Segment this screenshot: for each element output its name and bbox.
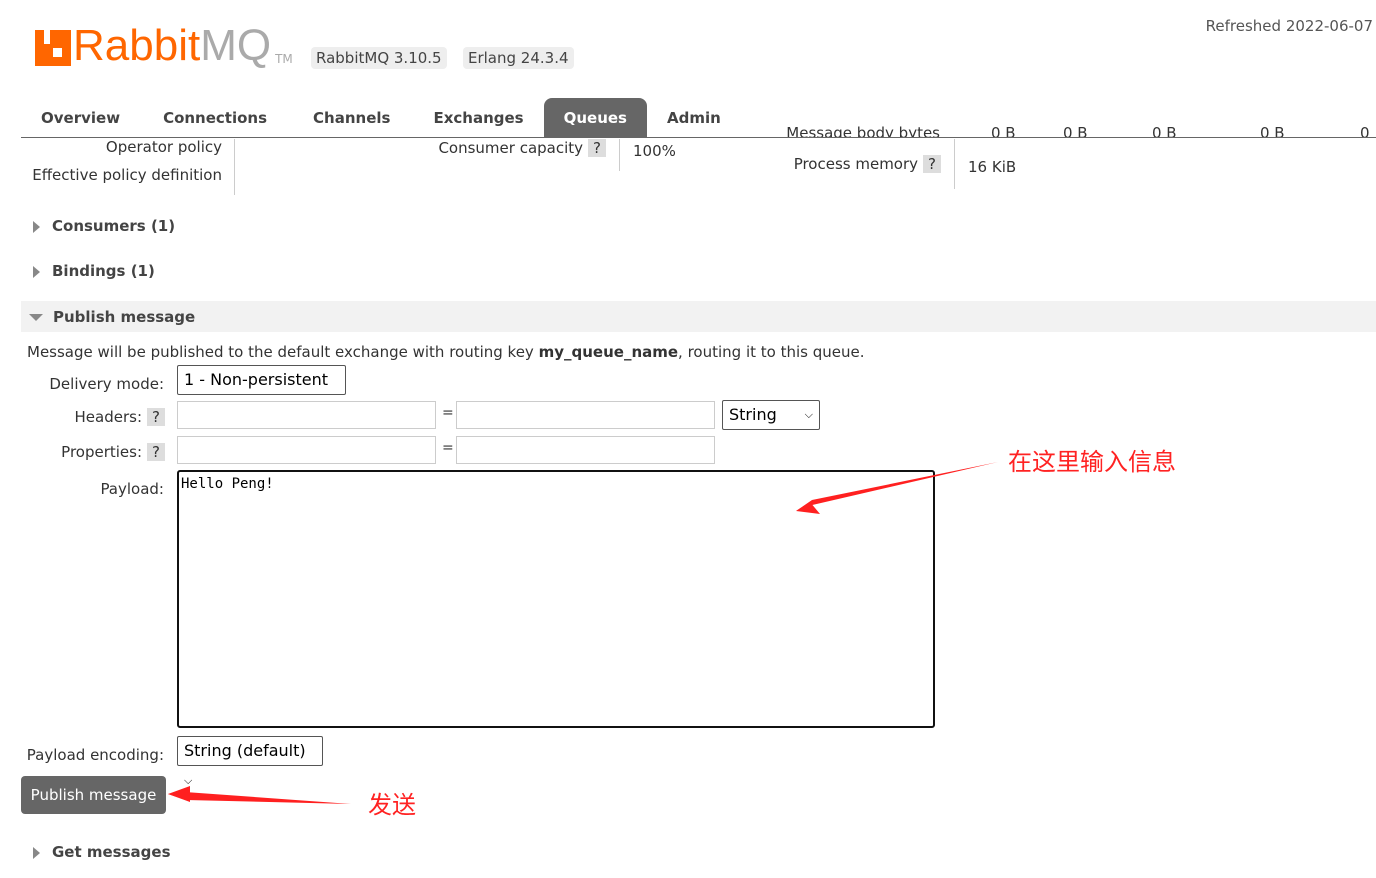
arrow-to-publish	[168, 792, 351, 804]
input-annotation: 在这里输入信息	[1008, 448, 1176, 476]
annotation-arrows	[168, 462, 998, 804]
arrow-to-payload	[796, 462, 998, 511]
send-annotation: 发送	[368, 791, 416, 819]
arrow-head	[168, 786, 190, 802]
